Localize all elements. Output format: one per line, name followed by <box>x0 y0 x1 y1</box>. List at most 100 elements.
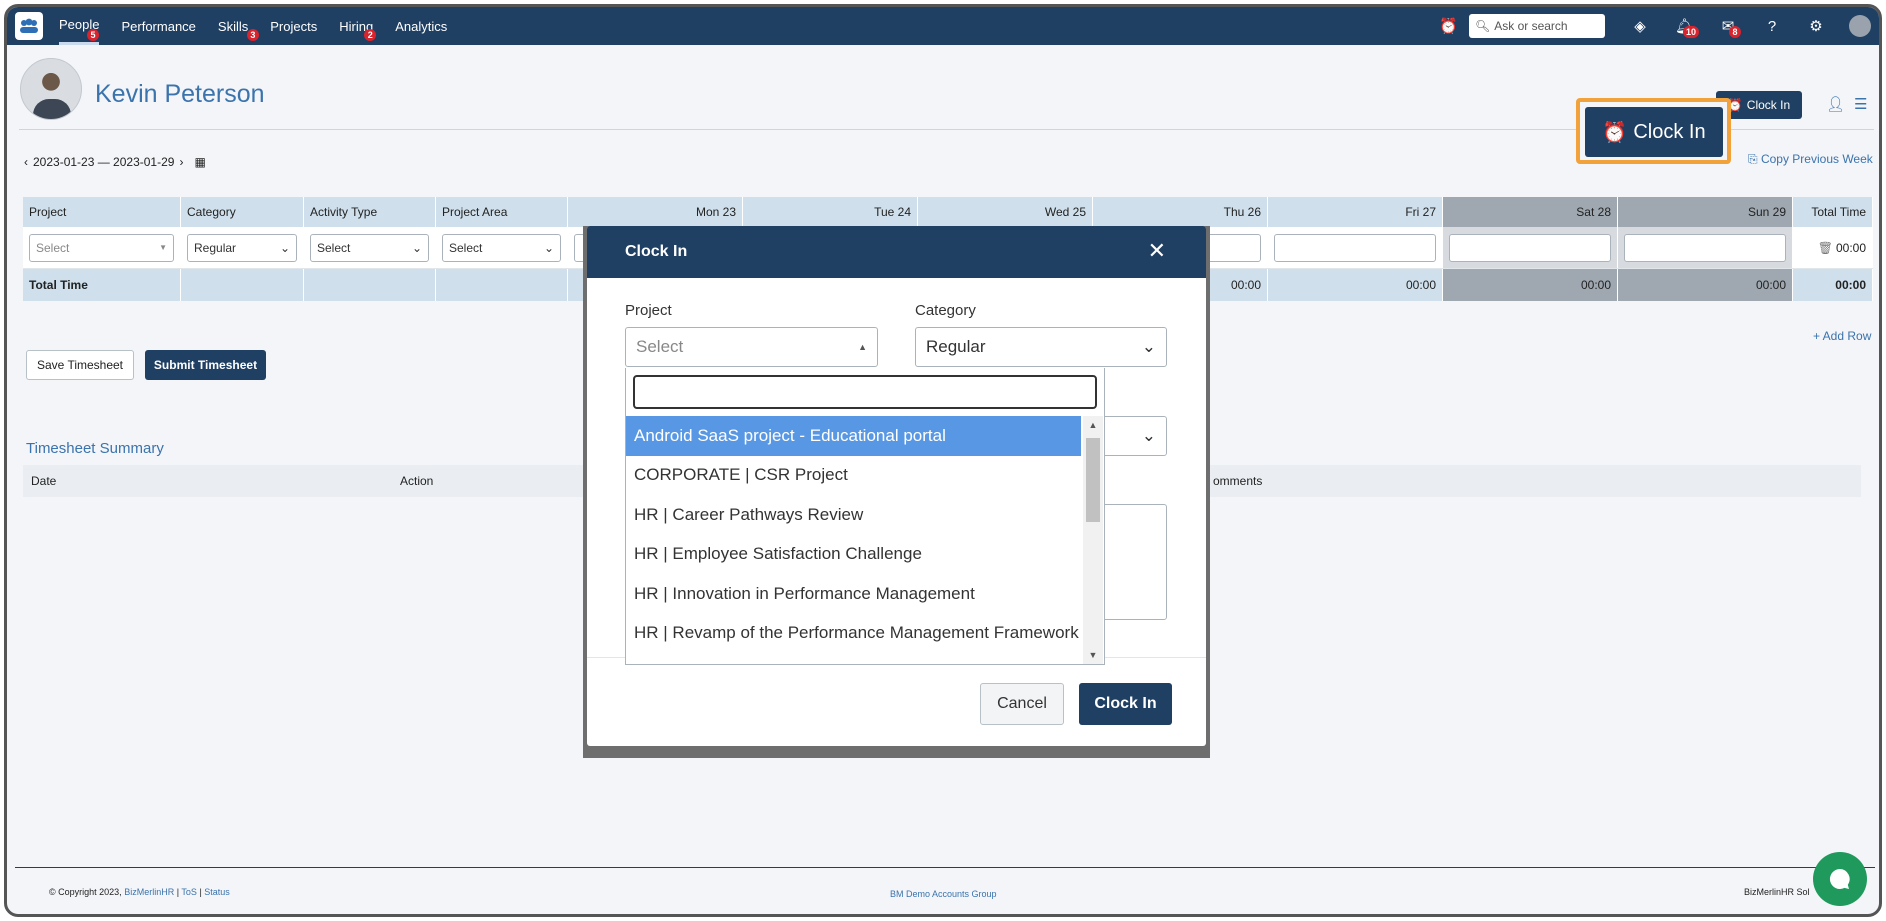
chat-icon <box>1829 868 1850 889</box>
nav-analytics[interactable]: Analytics <box>395 7 447 45</box>
copy-icon: ⎘ <box>1748 152 1758 166</box>
timesheet-header-row: Project Category Activity Type Project A… <box>23 197 1873 227</box>
chevron-down-icon: ⌄ <box>1141 337 1156 356</box>
date-range-text: 2023-01-23 — 2023-01-29 <box>33 155 175 169</box>
nav-skills[interactable]: Skills 3 <box>218 7 259 45</box>
row-total: 00:00 <box>1835 240 1866 255</box>
hiring-badge: 2 <box>364 29 377 41</box>
nav-people[interactable]: People 5 <box>59 7 100 45</box>
status-link[interactable]: Status <box>204 887 230 897</box>
modal-title: Clock In <box>625 243 688 260</box>
help-icon[interactable]: ? <box>1763 18 1781 35</box>
user-icon[interactable]: 👤︎ <box>1826 95 1845 113</box>
tos-link[interactable]: ToS <box>181 887 197 897</box>
col-category: Category <box>181 197 304 227</box>
summary-col-comments: omments <box>1213 474 1263 488</box>
gear-icon[interactable]: ⚙ <box>1807 17 1825 35</box>
sat-hours-input[interactable] <box>1449 233 1611 262</box>
col-mon: Mon 23 <box>568 197 743 227</box>
modal-category-select[interactable]: Regular ⌄ <box>915 327 1167 367</box>
nav-projects[interactable]: Projects <box>270 7 317 45</box>
footer-divider <box>15 867 1875 868</box>
dropdown-option[interactable]: HR | Career Pathways Review <box>626 495 1081 535</box>
modal-clock-in-button[interactable]: Clock In <box>1079 683 1172 725</box>
dropdown-options: Android SaaS project - Educational porta… <box>626 416 1081 653</box>
sun-hours-input[interactable] <box>1624 233 1786 262</box>
prev-week-icon[interactable]: ‹ <box>24 155 28 169</box>
search-icon: 🔍︎ <box>1475 19 1491 33</box>
modal-project-value: Select <box>636 337 684 356</box>
sun-total: 00:00 <box>1618 269 1793 301</box>
modal-project-label: Project <box>625 302 672 319</box>
chevron-down-icon: ⌄ <box>411 240 422 255</box>
skills-badge: 3 <box>246 29 259 41</box>
chat-button[interactable] <box>1813 852 1867 906</box>
modal-project-select[interactable]: Select ▲ <box>625 327 878 367</box>
scroll-down-icon[interactable]: ▼ <box>1083 650 1103 660</box>
fri-total: 00:00 <box>1268 269 1443 301</box>
col-fri: Fri 27 <box>1268 197 1443 227</box>
dropdown-option[interactable]: Android SaaS project - Educational porta… <box>626 416 1081 456</box>
app-logo[interactable] <box>15 12 43 40</box>
modal-header: Clock In ✕ <box>587 226 1206 278</box>
modal-category-value: Regular <box>926 337 986 356</box>
alarm-clock-icon[interactable]: ⏰ <box>1439 17 1458 35</box>
mail-badge: 8 <box>1729 26 1741 38</box>
project-select[interactable]: Select ▼ <box>29 233 174 262</box>
footer-center-link[interactable]: BM Demo Accounts Group <box>890 889 997 899</box>
summary-col-date: Date <box>31 474 57 488</box>
dropdown-option[interactable]: CORPORATE | CSR Project <box>626 456 1081 496</box>
clock-in-label: Clock In <box>1746 98 1791 112</box>
dropdown-option[interactable]: HR | Innovation in Performance Managemen… <box>626 574 1081 614</box>
col-thu: Thu 26 <box>1093 197 1268 227</box>
search-placeholder: Ask or search <box>1494 19 1568 33</box>
next-week-icon[interactable]: › <box>179 155 183 169</box>
calendar-icon[interactable]: ▦ <box>194 155 205 169</box>
dropdown-option[interactable]: HR | Employee Satisfaction Challenge <box>626 535 1081 575</box>
alarm-clock-icon: ⏰ <box>1602 121 1628 144</box>
nav-performance-label: Performance <box>121 18 196 34</box>
nav-performance[interactable]: Performance <box>121 7 195 45</box>
nav-hiring[interactable]: Hiring 2 <box>339 7 377 45</box>
dropdown-option[interactable]: HR | Revamp of the Performance Managemen… <box>626 614 1081 654</box>
col-sat: Sat 28 <box>1443 197 1618 227</box>
date-range-picker: ‹ 2023-01-23 — 2023-01-29 › ▦ <box>24 155 206 169</box>
sat-total: 00:00 <box>1443 269 1618 301</box>
project-area-select[interactable]: Select ⌄ <box>442 233 561 262</box>
scroll-up-icon[interactable]: ▲ <box>1083 420 1103 430</box>
company-link[interactable]: BizMerlinHR <box>124 887 174 897</box>
timesheet-summary-title: Timesheet Summary <box>26 440 164 457</box>
search-input[interactable]: 🔍︎ Ask or search <box>1469 14 1605 38</box>
save-timesheet-button[interactable]: Save Timesheet <box>26 350 134 380</box>
layers-icon[interactable]: ◈ <box>1631 17 1649 35</box>
copy-previous-week-link[interactable]: ⎘ Copy Previous Week <box>1748 152 1873 167</box>
clock-in-button-zoomed[interactable]: ⏰ Clock In <box>1585 107 1723 157</box>
user-avatar[interactable] <box>1849 15 1871 37</box>
footer-right-text: BizMerlinHR Sol <box>1744 887 1810 897</box>
category-select-value: Regular <box>194 240 237 255</box>
cancel-button[interactable]: Cancel <box>980 683 1064 725</box>
activity-type-value: Select <box>317 240 351 255</box>
modal-category-label: Category <box>915 302 976 319</box>
nav-projects-label: Projects <box>270 18 318 34</box>
submit-timesheet-button[interactable]: Submit Timesheet <box>145 350 266 380</box>
copy-previous-week-label: Copy Previous Week <box>1760 152 1873 166</box>
list-icon[interactable]: ☰ <box>1854 95 1867 113</box>
mail-icon[interactable]: ✉ 8 <box>1719 17 1741 38</box>
scrollbar-thumb[interactable] <box>1086 438 1100 522</box>
chevron-down-icon: ⌄ <box>1141 426 1156 445</box>
project-area-value: Select <box>449 240 483 255</box>
fri-hours-input[interactable] <box>1274 233 1436 262</box>
dropdown-scrollbar[interactable]: ▲ ▼ <box>1083 416 1103 664</box>
people-badge: 5 <box>87 29 99 41</box>
activity-type-select[interactable]: Select ⌄ <box>310 233 429 262</box>
category-select[interactable]: Regular ⌄ <box>187 233 297 262</box>
dropdown-search-input[interactable] <box>633 375 1097 409</box>
bell-icon[interactable]: 🔔︎10 <box>1675 17 1700 38</box>
summary-col-action: Action <box>400 474 434 488</box>
add-row-link[interactable]: + Add Row <box>1813 329 1871 343</box>
col-total: Total Time <box>1793 197 1873 227</box>
footer-left: © Copyright 2023, BizMerlinHR | ToS | St… <box>49 887 230 897</box>
close-icon[interactable]: ✕ <box>1148 238 1166 264</box>
trash-icon[interactable]: 🗑︎ <box>1818 241 1833 255</box>
